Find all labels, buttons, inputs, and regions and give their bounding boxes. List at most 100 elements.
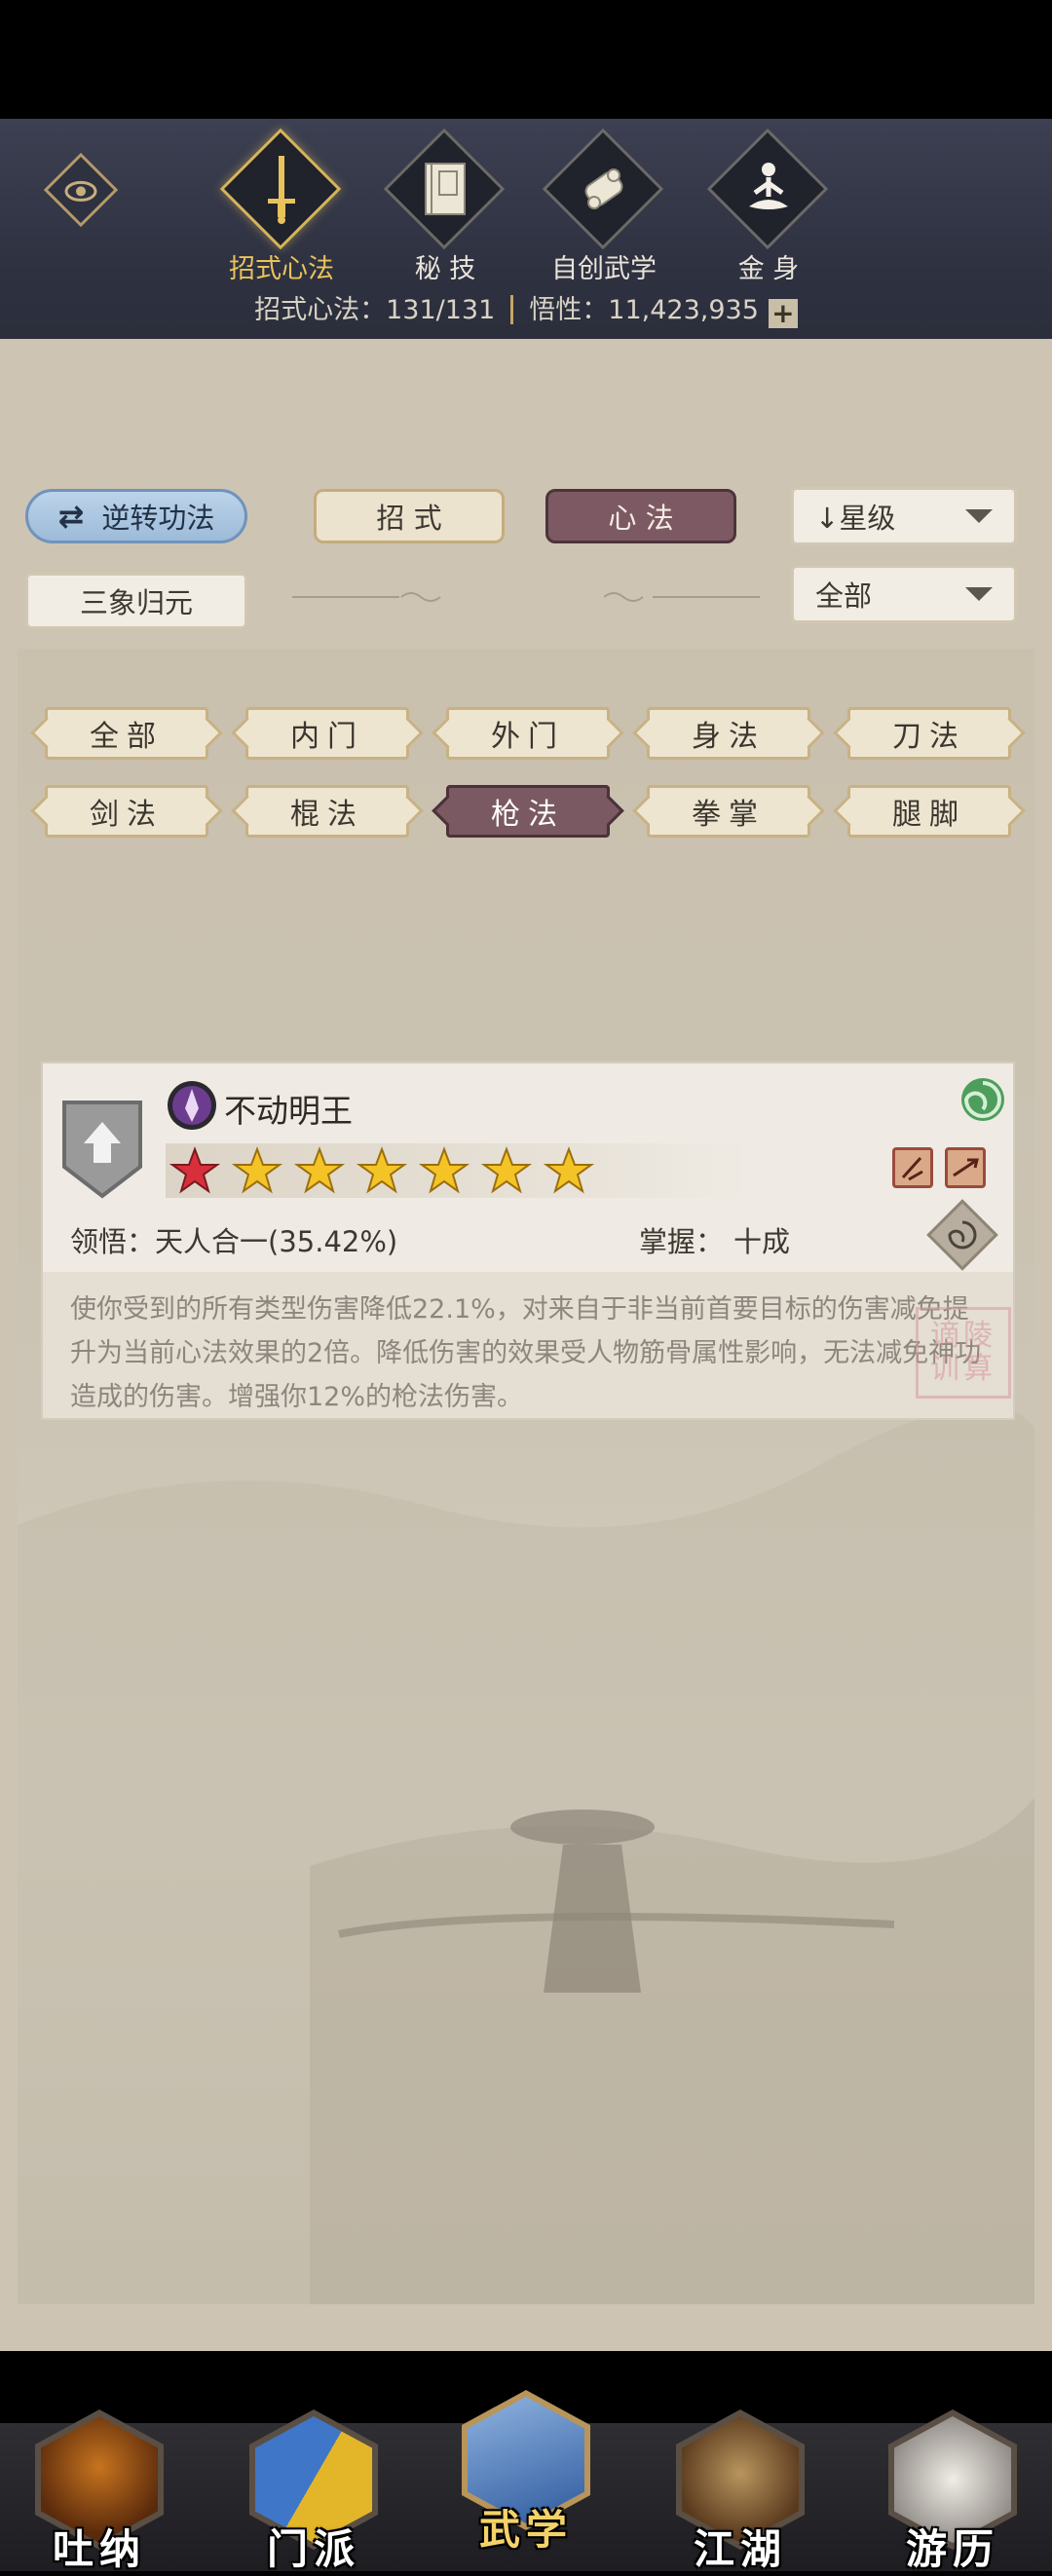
- category-label: 拳掌: [692, 798, 766, 832]
- content-panel: ⇄ 逆转功法 招 式 心 法 ↓星级 三象归元 全部 全部 内门 外门 身法 刀…: [0, 339, 1052, 2573]
- category-label: 枪法: [491, 798, 565, 832]
- category-label: 棍法: [290, 798, 364, 832]
- nav-label: 吐纳: [52, 2525, 146, 2573]
- sort-select-value: ↓星级: [815, 496, 895, 537]
- upgrade-shield-icon[interactable]: [60, 1099, 144, 1200]
- spiral-badge-icon: [961, 1078, 1004, 1121]
- nav-label: 游历: [905, 2525, 999, 2573]
- category-fist-palm[interactable]: 拳掌: [647, 785, 810, 838]
- nav-travel[interactable]: 游历: [884, 2404, 1021, 2573]
- book-icon: [425, 163, 466, 215]
- category-inner[interactable]: 内门: [245, 707, 409, 760]
- category-staff[interactable]: 棍法: [245, 785, 409, 838]
- gold-star-icon: [296, 1148, 343, 1192]
- mastery-row: 掌握： 十成: [639, 1219, 790, 1260]
- attack-type-badge: [892, 1147, 933, 1188]
- comprehension-value: 天人合一(35.42%): [155, 1225, 398, 1258]
- tab-label: 秘 技: [414, 254, 476, 284]
- star-rating-bar: [166, 1143, 750, 1198]
- gold-star-icon: [421, 1148, 468, 1192]
- mastery-label: 掌握：: [639, 1225, 725, 1258]
- sort-select[interactable]: ↓星级: [791, 487, 1017, 545]
- reverse-technique-label: 逆转功法: [101, 502, 215, 535]
- category-blade[interactable]: 刀法: [847, 707, 1011, 760]
- category-leg[interactable]: 腿脚: [847, 785, 1011, 838]
- seal-text: 谪陵训算: [930, 1319, 996, 1386]
- comprehension-label: 领悟：: [70, 1225, 156, 1258]
- category-spear[interactable]: 枪法: [446, 785, 610, 838]
- detail-toggle-button[interactable]: [926, 1199, 998, 1271]
- nav-label: 江湖: [693, 2525, 787, 2573]
- sanxiang-guiyuan-label: 三象归元: [79, 586, 193, 619]
- bottom-nav: 吐纳 门派 武学 江湖 游历: [0, 2390, 1052, 2573]
- divider-ornament: [604, 592, 760, 602]
- category-movement[interactable]: 身法: [647, 707, 810, 760]
- tab-secret-skills[interactable]: 秘 技: [372, 127, 518, 292]
- tab-moves-mind[interactable]: 招式心法: [208, 127, 355, 292]
- tab-label: 金 身: [737, 254, 800, 284]
- filter-select[interactable]: 全部: [791, 565, 1017, 623]
- scroll-icon: [584, 168, 623, 209]
- gold-star-icon: [358, 1148, 405, 1192]
- gold-star-icon: [234, 1148, 281, 1192]
- stats-line: 招式心法：131/131 悟性：11,423,935 +: [0, 288, 1052, 328]
- spear-icon: [953, 1158, 979, 1177]
- moves-count-value: 131/131: [386, 295, 496, 325]
- app-screen: 招式心法 秘 技 自创武学 金 身 招式心法：131/131 悟性：11,423…: [0, 119, 1052, 2573]
- mode-tab-moves[interactable]: 招 式: [314, 489, 505, 543]
- sort-arrow-icon: ↓: [815, 502, 840, 535]
- mode-tab-label: 心 法: [608, 502, 674, 535]
- meditation-icon: [749, 163, 788, 209]
- nav-label: 门派: [266, 2525, 360, 2573]
- insight-value: 11,423,935: [608, 295, 759, 325]
- category-label: 全部: [90, 720, 164, 754]
- category-label: 内门: [290, 720, 364, 754]
- skill-card[interactable]: 不动明王 领悟：天人合一(35.42%) 掌握： 十成 使你受到的所有类型伤害降…: [41, 1062, 1015, 1420]
- comprehension-row: 领悟：天人合一(35.42%): [70, 1219, 397, 1260]
- effect-type-badge: [945, 1147, 986, 1188]
- nav-jianghu[interactable]: 江湖: [672, 2404, 808, 2573]
- category-label: 刀法: [892, 720, 966, 754]
- eye-toggle-button[interactable]: [43, 152, 119, 228]
- category-label: 腿脚: [892, 798, 966, 832]
- insight-label: 悟性：: [529, 295, 609, 325]
- sanxiang-guiyuan-button[interactable]: 三象归元: [25, 573, 247, 629]
- eye-icon: [64, 180, 97, 202]
- skill-description: 使你受到的所有类型伤害降低22.1%，对来自于非当前首要目标的伤害减免提升为当前…: [43, 1272, 1013, 1418]
- sword-icon: [268, 156, 295, 224]
- nav-sect[interactable]: 门派: [245, 2404, 382, 2573]
- add-insight-button[interactable]: +: [768, 299, 798, 328]
- category-all[interactable]: 全部: [45, 707, 208, 760]
- skill-name: 不动明王: [224, 1092, 353, 1130]
- chevron-down-icon: [965, 587, 993, 601]
- tab-label: 招式心法: [229, 254, 334, 284]
- gold-star-icon: [483, 1148, 530, 1192]
- category-label: 身法: [692, 720, 766, 754]
- moves-count-label: 招式心法：: [254, 295, 387, 325]
- top-header: 招式心法 秘 技 自创武学 金 身 招式心法：131/131 悟性：11,423…: [0, 119, 1052, 342]
- swirl-icon: [948, 1220, 977, 1250]
- star-rating: [171, 1148, 592, 1192]
- nav-label: 武学: [478, 2506, 573, 2554]
- tab-label: 自创武学: [551, 254, 657, 284]
- gold-star-icon: [545, 1148, 592, 1192]
- red-star-icon: [171, 1148, 218, 1192]
- nav-martial-arts[interactable]: 武学: [458, 2384, 594, 2554]
- skill-emblem-icon: [168, 1081, 216, 1130]
- swap-icon: ⇄: [57, 498, 85, 535]
- mode-tab-mind[interactable]: 心 法: [545, 489, 736, 543]
- category-label: 外门: [491, 720, 565, 754]
- nav-breathing[interactable]: 吐纳: [31, 2404, 168, 2573]
- sort-select-label: 星级: [839, 502, 896, 535]
- skill-list-panel: 全部 内门 外门 身法 刀法 剑法 棍法 枪法 拳掌 腿脚 不动明王 领悟：天人…: [18, 649, 1034, 2304]
- tab-golden-body[interactable]: 金 身: [695, 127, 842, 292]
- chevron-down-icon: [965, 509, 993, 523]
- reverse-technique-button[interactable]: ⇄ 逆转功法: [25, 489, 247, 543]
- category-sword[interactable]: 剑法: [45, 785, 208, 838]
- tab-self-created[interactable]: 自创武学: [531, 127, 677, 292]
- divider-ornament: [292, 592, 441, 602]
- category-outer[interactable]: 外门: [446, 707, 610, 760]
- filter-select-value: 全部: [815, 579, 873, 613]
- mastery-value: 十成: [733, 1225, 791, 1258]
- stats-divider: [510, 295, 514, 324]
